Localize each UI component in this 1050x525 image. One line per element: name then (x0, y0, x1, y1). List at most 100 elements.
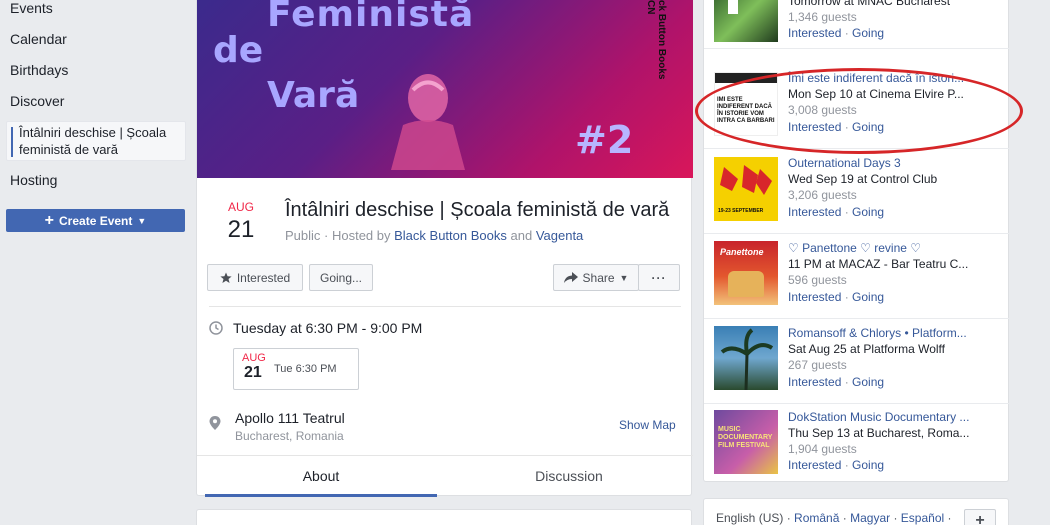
language-list: English (US) · Română · Magyar · Español… (716, 511, 952, 525)
tab-about[interactable]: About (205, 456, 437, 497)
host-link-vagenta[interactable]: Vagenta (536, 228, 583, 243)
interested-link[interactable]: Interested (788, 120, 841, 134)
current-language: English (US) (716, 511, 784, 525)
separator: · (947, 511, 952, 525)
suggested-event-title[interactable]: Outernational Days 3 (788, 156, 978, 170)
suggested-event-time: Wed Sep 19 at Control Club (788, 172, 938, 186)
thumbnail-text: Panettone (720, 247, 764, 257)
event-card: Feministă de Vară #2 ck Button Books CN … (196, 0, 693, 497)
event-thumbnail[interactable]: MUSIC DOCUMENTARY FILM FESTIVAL (714, 410, 778, 474)
tab-discussion[interactable]: Discussion (453, 456, 685, 497)
event-thumbnail[interactable]: 19-23 SEPTEMBER (714, 157, 778, 221)
event-thumbnail[interactable] (714, 0, 778, 42)
suggested-event-title[interactable]: ♡ Panettone ♡ revine ♡ (788, 241, 978, 255)
next-section-card (196, 509, 692, 525)
suggested-event-title[interactable]: Romansoff & Chlorys • Platform... (788, 326, 978, 340)
divider (209, 306, 681, 307)
show-map-link[interactable]: Show Map (619, 418, 676, 432)
suggested-event-item[interactable]: IMI ESTE INDIFERENT DACĂ ÎN ISTORIE VOM … (704, 64, 1010, 149)
event-thumbnail[interactable] (714, 326, 778, 390)
suggested-events-card: Tomorrow at MNAC Bucharest 1,346 guests … (703, 0, 1010, 482)
event-time-row: Tuesday at 6:30 PM - 9:00 PM (209, 320, 422, 336)
chip-month: AUG (242, 352, 266, 364)
caret-down-icon: ▼ (137, 215, 147, 226)
sidebar-item-birthdays[interactable]: Birthdays (10, 62, 68, 78)
statue-bust-graphic (391, 74, 465, 170)
going-link[interactable]: Going (852, 205, 884, 219)
interested-link[interactable]: Interested (788, 205, 841, 219)
separator: · (893, 511, 898, 525)
going-button[interactable]: Going... (309, 264, 373, 291)
host-link-black-button-books[interactable]: Black Button Books (394, 228, 507, 243)
going-link[interactable]: Going (852, 120, 884, 134)
more-icon: ··· (651, 270, 667, 285)
event-thumbnail[interactable]: Panettone (714, 241, 778, 305)
event-cover-image[interactable]: Feministă de Vară #2 ck Button Books CN (197, 0, 693, 178)
plus-icon: + (44, 211, 55, 229)
going-link[interactable]: Going (852, 458, 884, 472)
sidebar-item-discover[interactable]: Discover (10, 93, 64, 109)
event-day: 21 (227, 216, 255, 243)
suggested-event-guests: 3,206 guests (788, 188, 857, 202)
event-hosts: Public · Hosted by Black Button Books an… (285, 228, 583, 243)
language-link-espanol[interactable]: Español (901, 511, 944, 525)
suggested-event-item[interactable]: MUSIC DOCUMENTARY FILM FESTIVAL DokStati… (704, 404, 1010, 482)
going-link[interactable]: Going (852, 26, 884, 40)
suggested-event-item[interactable]: Romansoff & Chlorys • Platform... Sat Au… (704, 319, 1010, 404)
suggested-event-title[interactable]: Îmi este indiferent dacă în istori... (788, 71, 978, 85)
event-date-box: AUG 21 (217, 200, 265, 244)
event-tabs: About Discussion (197, 455, 693, 497)
event-thumbnail[interactable]: IMI ESTE INDIFERENT DACĂ ÎN ISTORIE VOM … (714, 72, 778, 136)
going-link[interactable]: Going (852, 375, 884, 389)
create-event-button[interactable]: + Create Event ▼ (6, 209, 185, 232)
suggested-event-actions: Interested · Going (788, 458, 885, 472)
create-event-label: Create Event (59, 213, 133, 228)
going-label: Going... (319, 270, 363, 285)
interested-link[interactable]: Interested (788, 458, 841, 472)
interested-link[interactable]: Interested (788, 375, 841, 389)
separator: · (786, 511, 791, 525)
separator: · (842, 511, 847, 525)
suggested-event-item[interactable]: Tomorrow at MNAC Bucharest 1,346 guests … (704, 0, 1010, 49)
interested-button[interactable]: Interested (207, 264, 303, 291)
clock-icon (209, 321, 223, 335)
suggested-event-actions: Interested · Going (788, 205, 885, 219)
cover-side-text: ck Button Books CN (645, 0, 667, 80)
language-link-magyar[interactable]: Magyar (850, 511, 890, 525)
palm-tree-graphic (720, 328, 774, 390)
date-picker-chip[interactable]: AUG 21 Tue 6:30 PM (233, 348, 359, 390)
sidebar-item-calendar[interactable]: Calendar (10, 31, 67, 47)
suggested-event-guests: 1,346 guests (788, 10, 857, 24)
star-icon (220, 272, 232, 283)
share-button[interactable]: Share ▼ (553, 264, 639, 291)
suggested-event-guests: 267 guests (788, 358, 847, 372)
sidebar-item-hosting[interactable]: Hosting (10, 172, 57, 188)
suggested-event-title[interactable]: DokStation Music Documentary ... (788, 410, 978, 424)
suggested-event-guests: 596 guests (788, 273, 847, 287)
interested-link[interactable]: Interested (788, 290, 841, 304)
suggested-event-item[interactable]: Panettone ♡ Panettone ♡ revine ♡ 11 PM a… (704, 234, 1010, 319)
more-languages-button[interactable]: + (964, 509, 996, 525)
more-options-button[interactable]: ··· (638, 264, 680, 291)
suggested-event-time: Tomorrow at MNAC Bucharest (788, 0, 951, 8)
event-title: Întâlniri deschise | Școala feministă de… (285, 199, 670, 221)
interested-link[interactable]: Interested (788, 26, 841, 40)
thumbnail-text: IMI ESTE INDIFERENT DACĂ ÎN ISTORIE VOM … (717, 97, 775, 124)
language-selector-card: English (US) · Română · Magyar · Español… (703, 498, 1009, 525)
suggested-event-item[interactable]: 19-23 SEPTEMBER Outernational Days 3 Wed… (704, 149, 1010, 234)
suggested-event-time: 11 PM at MACAZ - Bar Teatru C... (788, 257, 969, 271)
location-city: Bucharest, Romania (235, 429, 344, 443)
chip-day: 21 (244, 364, 262, 381)
share-arrow-icon (563, 271, 578, 283)
sidebar-item-events[interactable]: Events (10, 0, 53, 16)
thumbnail-text: MUSIC DOCUMENTARY FILM FESTIVAL (718, 426, 773, 449)
language-link-romana[interactable]: Română (794, 511, 839, 525)
event-privacy: Public · Hosted by (285, 228, 391, 243)
cover-text-line3: Vară (267, 75, 360, 116)
suggested-event-time: Sat Aug 25 at Platforma Wolff (788, 342, 945, 356)
location-name[interactable]: Apollo 111 Teatrul (235, 410, 345, 426)
thumbnail-text: 19-23 SEPTEMBER (718, 208, 764, 214)
going-link[interactable]: Going (852, 290, 884, 304)
cover-number: #2 (575, 118, 634, 162)
sidebar-item-current-event[interactable]: Întâlniri deschise | Școala feministă de… (6, 121, 186, 161)
